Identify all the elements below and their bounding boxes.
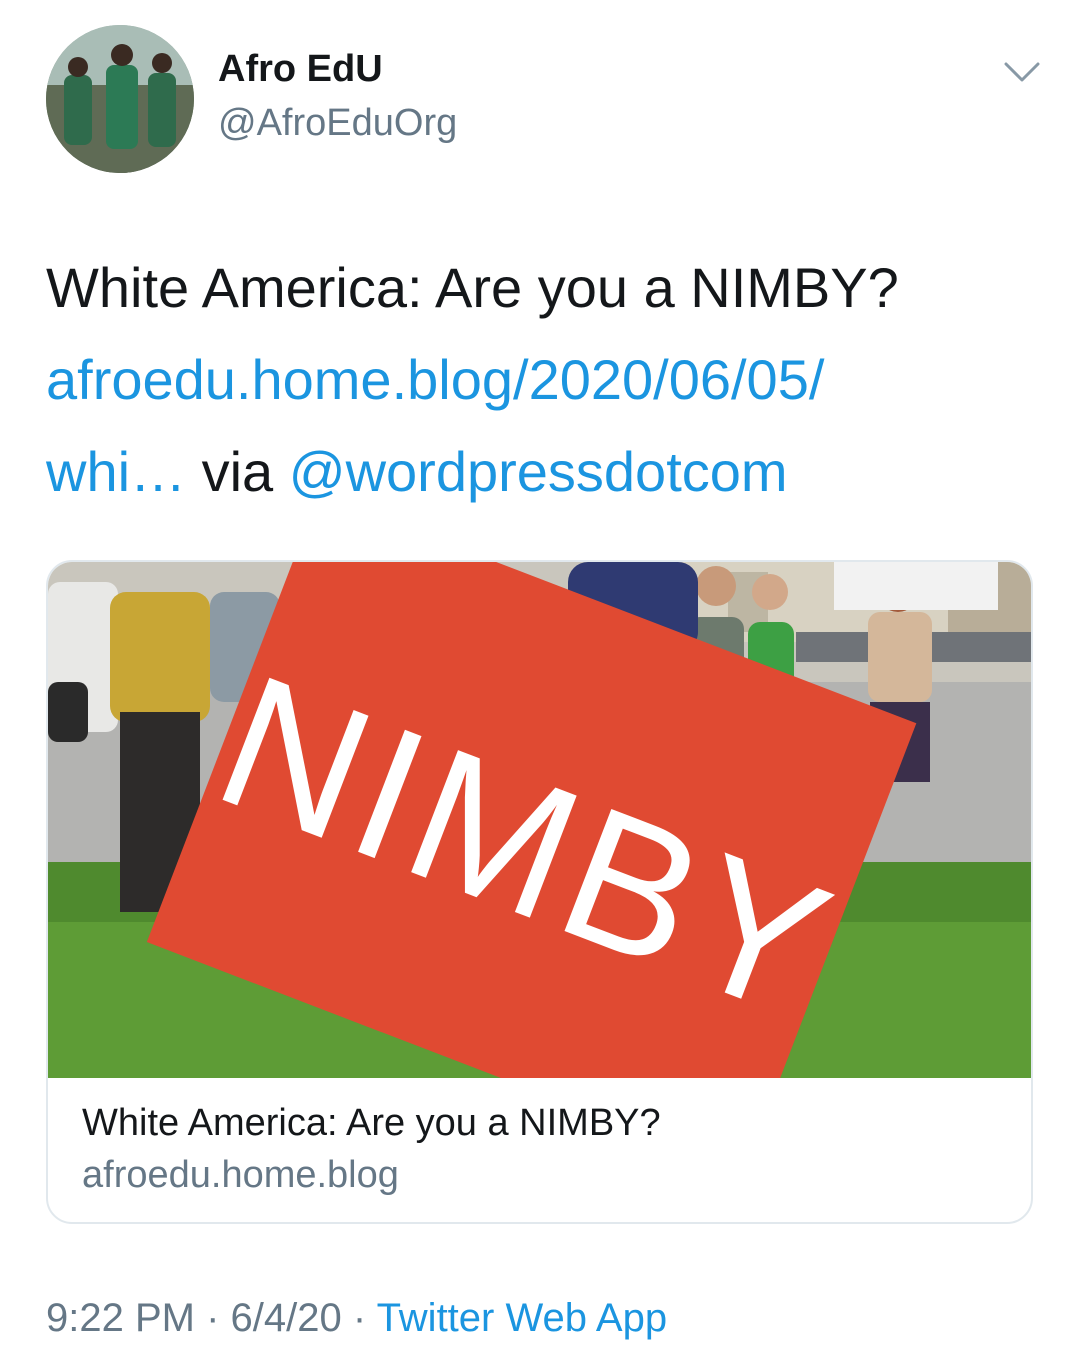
meta-separator: ·	[341, 1296, 377, 1340]
meta-separator: ·	[194, 1296, 231, 1340]
tweet-link-continued[interactable]: whi…	[46, 440, 186, 503]
user-handle[interactable]: @AfroEduOrg	[218, 102, 457, 145]
link-preview-card[interactable]: NIMBY White America: Are you a NIMBY? af…	[46, 560, 1033, 1224]
mention-link[interactable]: @wordpressdotcom	[289, 440, 788, 503]
avatar[interactable]	[46, 25, 194, 173]
via-text: via	[186, 440, 289, 503]
tweet-text: White America: Are you a NIMBY? afroedu.…	[46, 242, 1046, 518]
card-title: White America: Are you a NIMBY?	[82, 1102, 661, 1144]
display-name[interactable]: Afro EdU	[218, 48, 383, 91]
tweet-body: White America: Are you a NIMBY?	[46, 256, 899, 319]
chevron-down-icon[interactable]	[1002, 60, 1042, 86]
tweet-time: 9:22 PM	[46, 1296, 195, 1340]
tweet-date: 6/4/20	[230, 1296, 342, 1340]
card-image[interactable]: NIMBY	[48, 562, 1031, 1078]
avatar-photo	[46, 25, 194, 173]
tweet-link[interactable]: afroedu.home.blog/2020/06/05/	[46, 348, 824, 411]
tweet-meta: 9:22 PM · 6/4/20 · Twitter Web App	[46, 1296, 667, 1341]
source-app-link[interactable]: Twitter Web App	[377, 1296, 668, 1340]
card-domain: afroedu.home.blog	[82, 1154, 399, 1196]
